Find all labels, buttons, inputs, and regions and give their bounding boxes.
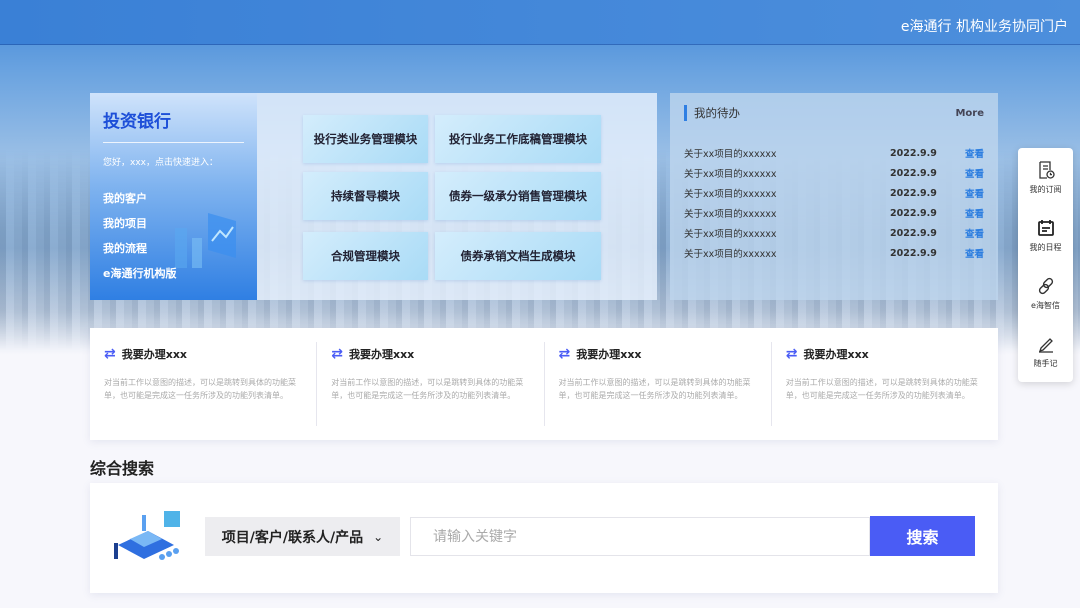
chart-illustration-icon (175, 213, 236, 268)
task-title: 我要办理xxx (576, 348, 642, 361)
search-panel: 项目/客户/联系人/产品 ⌄ 搜索 (90, 483, 998, 593)
task-card[interactable]: ⇄ 我要办理xxx 对当前工作以意图的描述，可以是跳转到具体的功能菜单，也可能是完成… (317, 342, 545, 426)
link-ehai-institution[interactable]: e海通行机构版 (103, 265, 244, 281)
task-title: 我要办理xxx (803, 348, 869, 361)
task-card[interactable]: ⇄ 我要办理xxx 对当前工作以意图的描述，可以是跳转到具体的功能菜单，也可能是完成… (772, 342, 998, 426)
side-item-schedule[interactable]: 我的日程 (1018, 206, 1073, 264)
panel-title: 投资银行 (103, 107, 244, 143)
module-button[interactable]: 投行业务工作底稿管理模块 (435, 115, 601, 163)
view-link[interactable]: 查看 (956, 186, 984, 200)
todo-name: 关于xx项目的xxxxxx (684, 209, 777, 220)
todo-date: 2022.9.9 (890, 227, 937, 239)
view-link[interactable]: 查看 (956, 226, 984, 240)
todo-row: 关于xx项目的xxxxxx 2022.9.9 查看 (684, 183, 984, 203)
module-button[interactable]: 持续督导模块 (303, 172, 428, 220)
todo-name: 关于xx项目的xxxxxx (684, 229, 777, 240)
view-link[interactable]: 查看 (956, 246, 984, 260)
view-link[interactable]: 查看 (956, 206, 984, 220)
portal-title: e海通行 机构业务协同门户 (900, 19, 1068, 35)
link-my-clients[interactable]: 我的客户 (103, 190, 244, 206)
task-description: 对当前工作以意图的描述，可以是跳转到具体的功能菜单，也可能是完成这一任务所涉及的… (104, 378, 296, 400)
investment-bank-panel: 投资银行 您好，xxx，点击快速进入： 我的客户 我的项目 我的流程 e海通行机… (90, 93, 257, 300)
task-title: 我要办理xxx (121, 348, 188, 361)
switch-arrows-icon: ⇄ (104, 346, 116, 362)
side-item-ehai-zhixin[interactable]: e海智信 (1018, 264, 1073, 322)
view-link[interactable]: 查看 (956, 166, 984, 180)
link-my-workflow[interactable]: 我的流程 (103, 240, 244, 256)
todo-name: 关于xx项目的xxxxxx (684, 249, 777, 260)
switch-arrows-icon: ⇄ (558, 346, 571, 362)
todo-name: 关于xx项目的xxxxxx (684, 169, 777, 180)
task-description: 对当前工作以意图的描述，可以是跳转到具体的功能菜单，也可能是完成这一任务所涉及的… (785, 378, 978, 400)
todo-date: 2022.9.9 (890, 147, 937, 159)
side-item-subscription[interactable]: 我的订阅 (1018, 148, 1073, 206)
task-card[interactable]: ⇄ 我要办理xxx 对当前工作以意图的描述，可以是跳转到具体的功能菜单，也可能是完成… (90, 342, 318, 426)
side-label: 我的订阅 (1029, 184, 1062, 194)
search-button[interactable]: 搜索 (870, 516, 975, 556)
switch-arrows-icon: ⇄ (785, 346, 798, 362)
pencil-icon (1038, 337, 1053, 353)
search-input[interactable] (410, 517, 870, 556)
todo-title: 我的待办 (684, 105, 740, 121)
side-label: 我的日程 (1029, 242, 1062, 252)
todo-name: 关于xx项目的xxxxxx (684, 149, 777, 160)
todo-date: 2022.9.9 (890, 187, 937, 199)
calendar-icon (1037, 219, 1054, 236)
todo-row: 关于xx项目的xxxxxx 2022.9.9 查看 (684, 203, 984, 223)
task-cards: ⇄ 我要办理xxx 对当前工作以意图的描述，可以是跳转到具体的功能菜单，也可能是完成… (90, 328, 998, 440)
todo-row: 关于xx项目的xxxxxx 2022.9.9 查看 (684, 143, 984, 163)
todo-date: 2022.9.9 (890, 207, 937, 219)
more-link[interactable]: More (955, 108, 984, 119)
scope-label: 项目/客户/联系人/产品 (221, 529, 364, 546)
module-button[interactable]: 债券一级承分销售管理模块 (435, 172, 601, 220)
top-bar: e海通行 机构业务协同门户 (0, 0, 1080, 45)
switch-arrows-icon: ⇄ (331, 346, 343, 362)
subscription-icon (1038, 160, 1055, 179)
link-my-projects[interactable]: 我的项目 (103, 215, 244, 231)
module-button[interactable]: 合规管理模块 (303, 232, 428, 280)
task-title: 我要办理xxx (348, 348, 415, 361)
task-card[interactable]: ⇄ 我要办理xxx 对当前工作以意图的描述，可以是跳转到具体的功能菜单，也可能是完成… (545, 342, 772, 426)
task-description: 对当前工作以意图的描述，可以是跳转到具体的功能菜单，也可能是完成这一任务所涉及的… (331, 378, 524, 400)
greeting: 您好，xxx，点击快速进入： (103, 158, 218, 168)
search-scope-dropdown[interactable]: 项目/客户/联系人/产品 ⌄ (205, 517, 400, 556)
side-item-notes[interactable]: 随手记 (1018, 322, 1073, 380)
todo-date: 2022.9.9 (890, 167, 937, 179)
side-label: 随手记 (1033, 358, 1058, 368)
chevron-down-icon: ⌄ (373, 529, 384, 544)
side-label: e海智信 (1031, 300, 1060, 310)
todo-name: 关于xx项目的xxxxxx (684, 189, 777, 200)
todo-row: 关于xx项目的xxxxxx 2022.9.9 查看 (684, 163, 984, 183)
view-link[interactable]: 查看 (956, 146, 984, 160)
task-description: 对当前工作以意图的描述，可以是跳转到具体的功能菜单，也可能是完成这一任务所涉及的… (558, 378, 751, 400)
side-toolbar: 我的订阅 我的日程 e海智信 随手记 (1018, 148, 1073, 382)
module-panel: 投行类业务管理模块 投行业务工作底稿管理模块 持续督导模块 债券一级承分销售管理… (257, 93, 657, 300)
todo-row: 关于xx项目的xxxxxx 2022.9.9 查看 (684, 223, 984, 243)
module-button[interactable]: 投行类业务管理模块 (303, 115, 428, 163)
link-icon (1038, 277, 1053, 294)
todo-row: 关于xx项目的xxxxxx 2022.9.9 查看 (684, 243, 984, 263)
search-section-title: 综合搜索 (90, 459, 155, 478)
search-illustration-icon (114, 511, 180, 560)
todo-date: 2022.9.9 (890, 247, 937, 259)
todo-panel: 我的待办 More 关于xx项目的xxxxxx 2022.9.9 查看 关于xx项目的x… (670, 93, 998, 300)
module-button[interactable]: 债券承销文档生成模块 (435, 232, 601, 280)
